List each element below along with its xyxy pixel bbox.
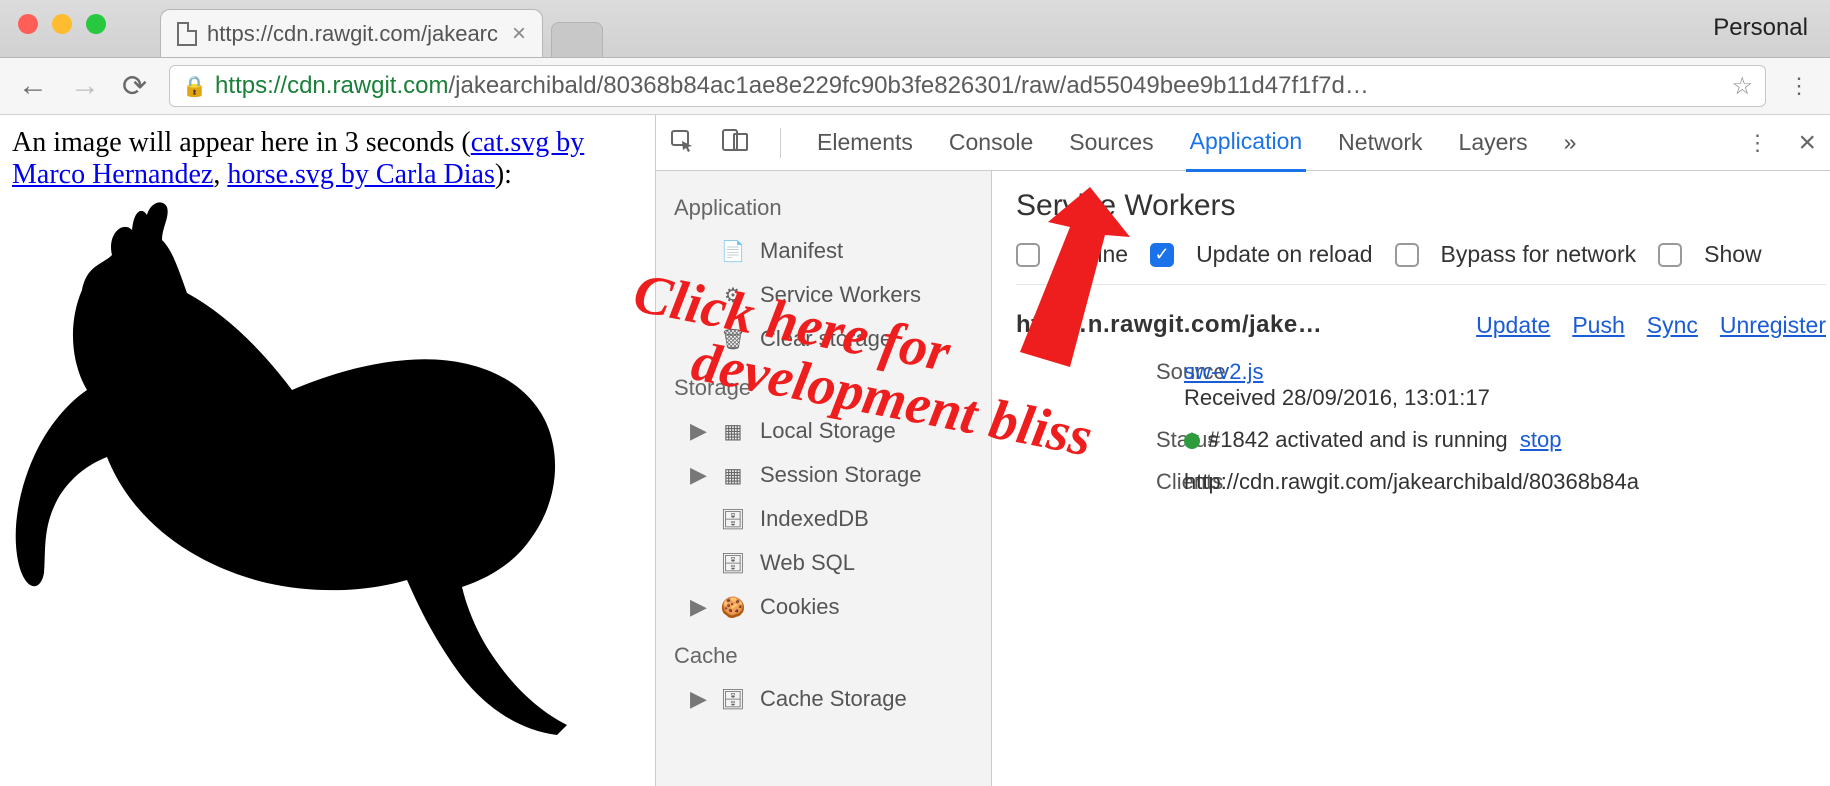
application-sidebar: Application ▸📄Manifest ▸⚙Service Workers… [656,171,992,786]
page-favicon-icon [177,22,197,46]
horse-image [12,195,643,743]
devtools-panel: Elements Console Sources Application Net… [655,115,1830,786]
database-icon: 🗄 [720,687,746,712]
file-icon: 📄 [720,239,746,264]
status-dot-icon [1184,433,1200,449]
status-text: #1842 activated and is running [1208,427,1508,452]
tab-console[interactable]: Console [945,115,1037,170]
maximize-window-button[interactable] [86,14,106,34]
sidebar-item-cookies[interactable]: ▶🍪Cookies [656,585,991,629]
checkbox-show-all[interactable] [1658,243,1682,267]
tab-more[interactable]: » [1560,115,1581,170]
tab-elements[interactable]: Elements [813,115,917,170]
reload-button[interactable]: ⟳ [122,69,147,104]
panel-heading: Service Workers [1016,189,1826,223]
tab-network[interactable]: Network [1334,115,1426,170]
page-content: An image will appear here in 3 seconds (… [0,115,655,786]
tab-layers[interactable]: Layers [1455,115,1532,170]
gear-icon: ⚙ [720,283,746,308]
trash-icon: 🗑 [720,327,746,352]
link-update[interactable]: Update [1476,312,1550,339]
database-icon: 🗄 [720,507,746,532]
label-offline: Offline [1062,241,1128,268]
label-status: Status [1016,427,1156,453]
browser-menu-button[interactable]: ⋮ [1788,73,1812,99]
sidebar-section-application: Application [656,181,991,229]
browser-tab[interactable]: https://cdn.rawgit.com/jakearc × [160,9,543,57]
grid-icon: ▦ [720,463,746,488]
link-stop[interactable]: stop [1520,427,1562,452]
window-controls [18,14,106,34]
label-update-on-reload: Update on reload [1196,241,1372,268]
sidebar-item-session-storage[interactable]: ▶▦Session Storage [656,453,991,497]
checkbox-offline[interactable] [1016,243,1040,267]
sidebar-item-manifest[interactable]: ▸📄Manifest [656,229,991,273]
new-tab-button[interactable] [551,22,603,57]
sidebar-item-web-sql[interactable]: ▸🗄Web SQL [656,541,991,585]
bookmark-star-icon[interactable]: ☆ [1731,72,1753,101]
tab-sources[interactable]: Sources [1065,115,1157,170]
forward-button[interactable]: → [70,69,100,103]
devtools-tabs: Elements Console Sources Application Net… [656,115,1830,171]
sidebar-item-cache-storage[interactable]: ▶🗄Cache Storage [656,677,991,721]
sidebar-item-service-workers[interactable]: ▸⚙Service Workers [656,273,991,317]
devtools-menu-button[interactable]: ⋮ [1746,130,1770,156]
minimize-window-button[interactable] [52,14,72,34]
inspect-element-icon[interactable] [670,128,694,158]
tab-title: https://cdn.rawgit.com/jakearc [207,21,498,47]
tab-application[interactable]: Application [1186,115,1307,172]
checkbox-update-on-reload[interactable]: ✓ [1150,243,1174,267]
sidebar-section-cache: Cache [656,629,991,677]
grid-icon: ▦ [720,419,746,444]
tab-close-button[interactable]: × [512,20,526,48]
received-text: Received 28/09/2016, 13:01:17 [1184,385,1490,410]
profile-label[interactable]: Personal [1713,14,1808,42]
lock-icon: 🔒 [182,74,207,99]
url-host: ://cdn.rawgit.com [267,72,448,99]
address-bar[interactable]: 🔒 https://cdn.rawgit.com/jakearchibald/8… [169,65,1766,107]
sidebar-item-local-storage[interactable]: ▶▦Local Storage [656,409,991,453]
back-button[interactable]: ← [18,69,48,103]
link-push[interactable]: Push [1572,312,1624,339]
close-window-button[interactable] [18,14,38,34]
clients-text: http://cdn.rawgit.com/jakearchibald/8036… [1184,469,1826,495]
sw-origin: http…n.rawgit.com/jake… [1016,311,1322,339]
url-scheme: https [215,72,267,99]
link-sync[interactable]: Sync [1647,312,1698,339]
database-icon: 🗄 [720,551,746,576]
link-horse-svg[interactable]: horse.svg by Carla Dias [227,159,495,190]
label-clients: Clients [1016,469,1156,495]
label-bypass-for-network: Bypass for network [1441,241,1637,268]
sidebar-item-indexeddb[interactable]: ▸🗄IndexedDB [656,497,991,541]
link-unregister[interactable]: Unregister [1720,312,1826,339]
cookie-icon: 🍪 [720,595,746,620]
sidebar-item-clear-storage[interactable]: ▸🗑Clear storage [656,317,991,361]
checkbox-bypass-for-network[interactable] [1395,243,1419,267]
label-show-all: Show [1704,241,1762,268]
url-path: /jakearchibald/80368b84ac1ae8e229fc90b3f… [448,72,1368,99]
service-workers-panel: Service Workers Offline ✓ Update on relo… [992,171,1830,786]
toolbar: ← → ⟳ 🔒 https://cdn.rawgit.com/jakearchi… [0,58,1830,115]
browser-tabbar: https://cdn.rawgit.com/jakearc × Persona… [0,0,1830,58]
link-source-file[interactable]: sw-v2.js [1184,359,1263,384]
sidebar-section-storage: Storage [656,361,991,409]
device-toolbar-icon[interactable] [722,128,748,158]
label-source: Source [1016,359,1156,411]
page-text: An image will appear here in 3 seconds ( [12,127,471,158]
devtools-close-button[interactable]: × [1798,126,1816,160]
